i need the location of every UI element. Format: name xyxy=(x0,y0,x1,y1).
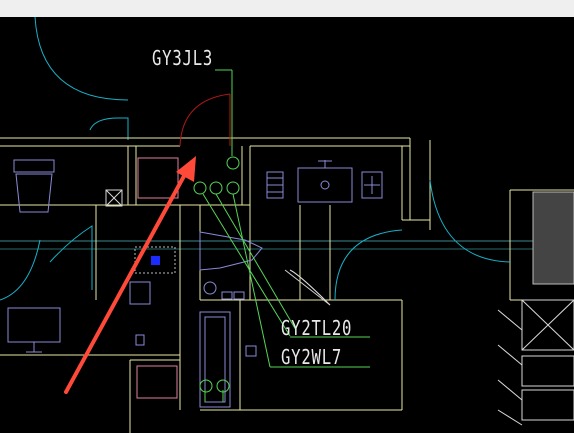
door-swing-arc xyxy=(49,225,93,290)
arrow-annotation-icon xyxy=(64,156,196,394)
shaded-panel xyxy=(532,191,574,285)
riser-label-gy2tl20: GY2TL20 xyxy=(281,316,353,340)
door-swing-arc xyxy=(34,17,129,101)
door-swing-arc xyxy=(89,117,129,140)
riser-label-gy3jl3: GY3JL3 xyxy=(152,46,214,70)
walls xyxy=(0,137,574,433)
cad-drawing-canvas[interactable]: GY3JL3 GY2TL20 GY2WL7 xyxy=(0,17,574,433)
selected-point-marker[interactable] xyxy=(151,256,160,265)
top-toolbar-strip xyxy=(0,0,574,17)
door-swing-arc xyxy=(429,179,511,263)
stacked-symbols xyxy=(497,299,574,426)
riser-circles xyxy=(193,156,240,393)
riser-label-gy2wl7: GY2WL7 xyxy=(281,345,343,369)
plumbing-fixtures xyxy=(7,159,383,408)
fixture-outline xyxy=(137,157,179,199)
floor-plan-drawing xyxy=(0,17,574,433)
fixture-outline xyxy=(136,365,178,399)
